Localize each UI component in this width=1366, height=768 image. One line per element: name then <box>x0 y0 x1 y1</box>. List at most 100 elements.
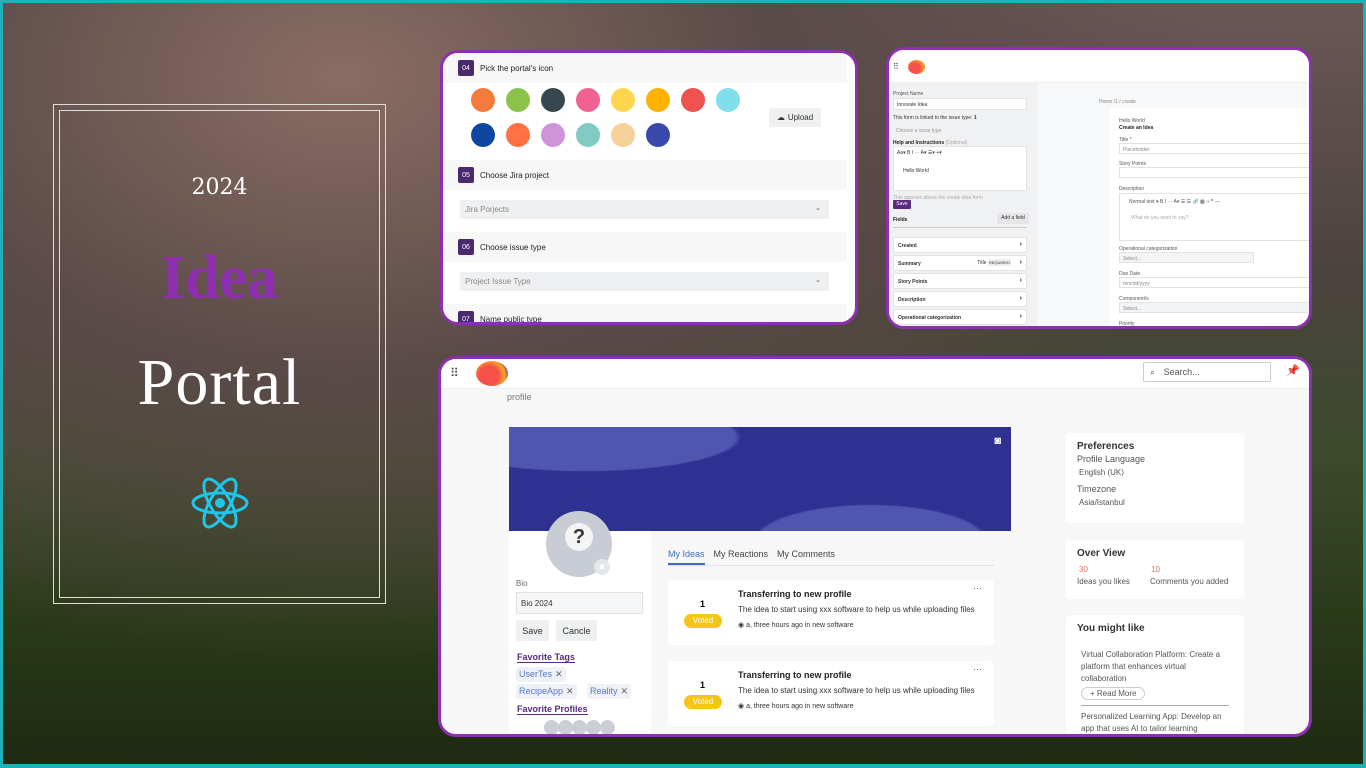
portal-icon-option[interactable] <box>506 123 530 147</box>
favorite-profiles-heading: Favorite Profiles <box>517 704 588 715</box>
remove-tag-icon[interactable]: ✕ <box>555 669 563 679</box>
portal-icon-option[interactable] <box>646 88 670 112</box>
profile-avatar[interactable] <box>558 720 573 734</box>
app-logo <box>476 361 508 386</box>
save-button[interactable]: Save <box>516 620 549 641</box>
field-label: Summary <box>898 261 921 267</box>
due-date-input[interactable]: mm/dd/yyyy <box>1119 277 1309 288</box>
required-badge: REQUIRED <box>987 259 1011 266</box>
linked-label: This form is linked to the issue type: <box>893 115 973 121</box>
cancel-button[interactable]: Cancle <box>556 620 597 641</box>
breadcrumb[interactable]: Home /1 / create <box>1099 99 1136 105</box>
issue-type-select[interactable]: Project Issue Type ⌄ <box>460 272 829 291</box>
issue-type-dropdown[interactable]: Choose a issue type <box>896 128 941 134</box>
idea-card[interactable]: 1 Voted Transferring to new profile The … <box>668 661 994 726</box>
portal-icon-option[interactable] <box>541 88 565 112</box>
suggestion-item[interactable]: Virtual Collaboration Platform: Create a… <box>1081 649 1229 685</box>
idea-description: The idea to start using xxx software to … <box>738 686 975 695</box>
idea-title[interactable]: Transferring to new profile <box>738 589 852 599</box>
description-toolbar[interactable]: Normal text ▾ B I ⋯ A▾ ☰ ☰ 🔗 ▦ ‹› ❞ — <box>1129 199 1309 205</box>
remove-tag-icon[interactable]: ✕ <box>566 686 574 696</box>
tag-chip[interactable]: UserTes ✕ <box>516 667 566 682</box>
timezone-value: Asia/Istanbul <box>1079 498 1125 507</box>
step-06: 06 Choose issue type <box>443 232 847 262</box>
profile-avatar[interactable] <box>572 720 587 734</box>
suggestion-item[interactable]: Personalized Learning App: Develop an ap… <box>1081 705 1229 734</box>
portal-icon-option[interactable] <box>646 123 670 147</box>
pin-icon[interactable]: 📌 <box>1286 364 1300 377</box>
step-label: Choose Jira project <box>480 170 549 180</box>
add-field-button[interactable]: Add a field <box>997 213 1029 224</box>
portal-icon-option[interactable] <box>611 88 635 112</box>
camera-icon[interactable]: ◙ <box>594 559 610 575</box>
suggestions-title: You might like <box>1077 623 1145 634</box>
portal-icon-option[interactable] <box>576 88 600 112</box>
idea-card[interactable]: 1 Voted Transferring to new profile The … <box>668 580 994 645</box>
field-row[interactable]: Summary Title REQUIRED › <box>893 255 1027 271</box>
portal-icon-option[interactable] <box>471 123 495 147</box>
field-row[interactable]: Description › <box>893 291 1027 307</box>
overview-panel: Over View 30 Ideas you likes 10 Comments… <box>1066 540 1244 599</box>
bio-input[interactable]: Bio 2024 <box>516 592 643 614</box>
select-placeholder: Project Issue Type <box>465 277 531 286</box>
tag-label: Reality <box>590 686 618 696</box>
app-grid-icon[interactable]: ⠿ <box>450 366 459 380</box>
step-label: Pick the portal's icon <box>480 63 554 73</box>
poster-title-portal: Portal <box>137 346 302 419</box>
field-row[interactable]: Operational categorization › <box>893 309 1027 325</box>
project-name-input[interactable]: Innovate Idea <box>893 98 1027 110</box>
save-button[interactable]: Save <box>893 200 911 209</box>
more-icon[interactable]: ⋯ <box>973 664 982 675</box>
avatar[interactable]: ? ◙ <box>546 511 612 577</box>
chevron-down-icon: ⌄ <box>815 205 821 212</box>
portal-icon-option[interactable] <box>611 123 635 147</box>
help-editor[interactable]: Aa▾ B I ⋯ A▾ ☰▾ +▾ Hello World <box>893 146 1027 191</box>
read-more-button[interactable]: + Read More <box>1081 687 1146 700</box>
fields-label: Fields <box>893 217 908 223</box>
comments-label: Comments you added <box>1150 577 1229 586</box>
vote-count: 1 <box>700 599 706 609</box>
field-row[interactable]: Created › <box>893 237 1027 253</box>
voted-badge[interactable]: Voted <box>684 695 722 709</box>
camera-icon[interactable]: ◙ <box>994 435 1001 447</box>
description-placeholder: What do you want to say? <box>1131 215 1189 221</box>
breadcrumb[interactable]: profile <box>507 392 532 402</box>
more-icon[interactable]: ⋯ <box>973 583 982 594</box>
voted-badge[interactable]: Voted <box>684 614 722 628</box>
portal-icon-option[interactable] <box>576 123 600 147</box>
tab-my-reactions[interactable]: My Reactions <box>714 549 769 565</box>
portal-icon-option[interactable] <box>716 88 740 112</box>
portal-icon-option[interactable] <box>471 88 495 112</box>
portal-icon-option[interactable] <box>506 88 530 112</box>
idea-title[interactable]: Transferring to new profile <box>738 670 852 680</box>
search-input[interactable]: ⌕ Search... <box>1143 362 1271 382</box>
ideas-label: Ideas you likes <box>1077 577 1130 586</box>
portal-icon-option[interactable] <box>541 123 565 147</box>
top-bar: ⠿ <box>889 50 1309 83</box>
editor-toolbar[interactable]: Aa▾ B I ⋯ A▾ ☰▾ +▾ <box>897 150 1023 156</box>
profile-avatar[interactable] <box>586 720 601 734</box>
jira-project-select[interactable]: Jira Porjects ⌄ <box>460 200 829 219</box>
profile-sidebar: ? ◙ Bio Bio 2024 Save Cancle Favorite Tag… <box>509 511 651 734</box>
upload-button[interactable]: ☁ Upload <box>769 108 821 127</box>
profile-avatar[interactable] <box>600 720 615 734</box>
tab-my-ideas[interactable]: My Ideas <box>668 549 705 565</box>
react-atom-icon <box>191 477 249 529</box>
remove-tag-icon[interactable]: ✕ <box>621 686 629 696</box>
tag-chip[interactable]: RecipeApp ✕ <box>516 684 577 699</box>
description-editor[interactable]: Normal text ▾ B I ⋯ A▾ ☰ ☰ 🔗 ▦ ‹› ❞ — Wha… <box>1119 193 1309 241</box>
tag-chip[interactable]: Reality ✕ <box>587 684 632 699</box>
field-row[interactable]: Story Points › <box>893 273 1027 289</box>
profile-tabs: My Ideas My Reactions My Comments <box>668 549 994 566</box>
components-select[interactable]: Select... <box>1119 302 1309 313</box>
cloud-upload-icon: ☁ <box>776 113 785 122</box>
portal-icon-option[interactable] <box>681 88 705 112</box>
story-points-input[interactable] <box>1119 167 1309 178</box>
tab-my-comments[interactable]: My Comments <box>777 549 835 565</box>
language-label: Profile Language <box>1077 454 1146 464</box>
op-categorization-select[interactable]: Select... <box>1119 252 1254 263</box>
title-input[interactable]: Placeholder <box>1119 143 1309 154</box>
profile-avatar[interactable] <box>544 720 559 734</box>
summary-title: Title REQUIRED <box>977 259 1011 266</box>
app-grid-icon[interactable]: ⠿ <box>893 62 899 71</box>
